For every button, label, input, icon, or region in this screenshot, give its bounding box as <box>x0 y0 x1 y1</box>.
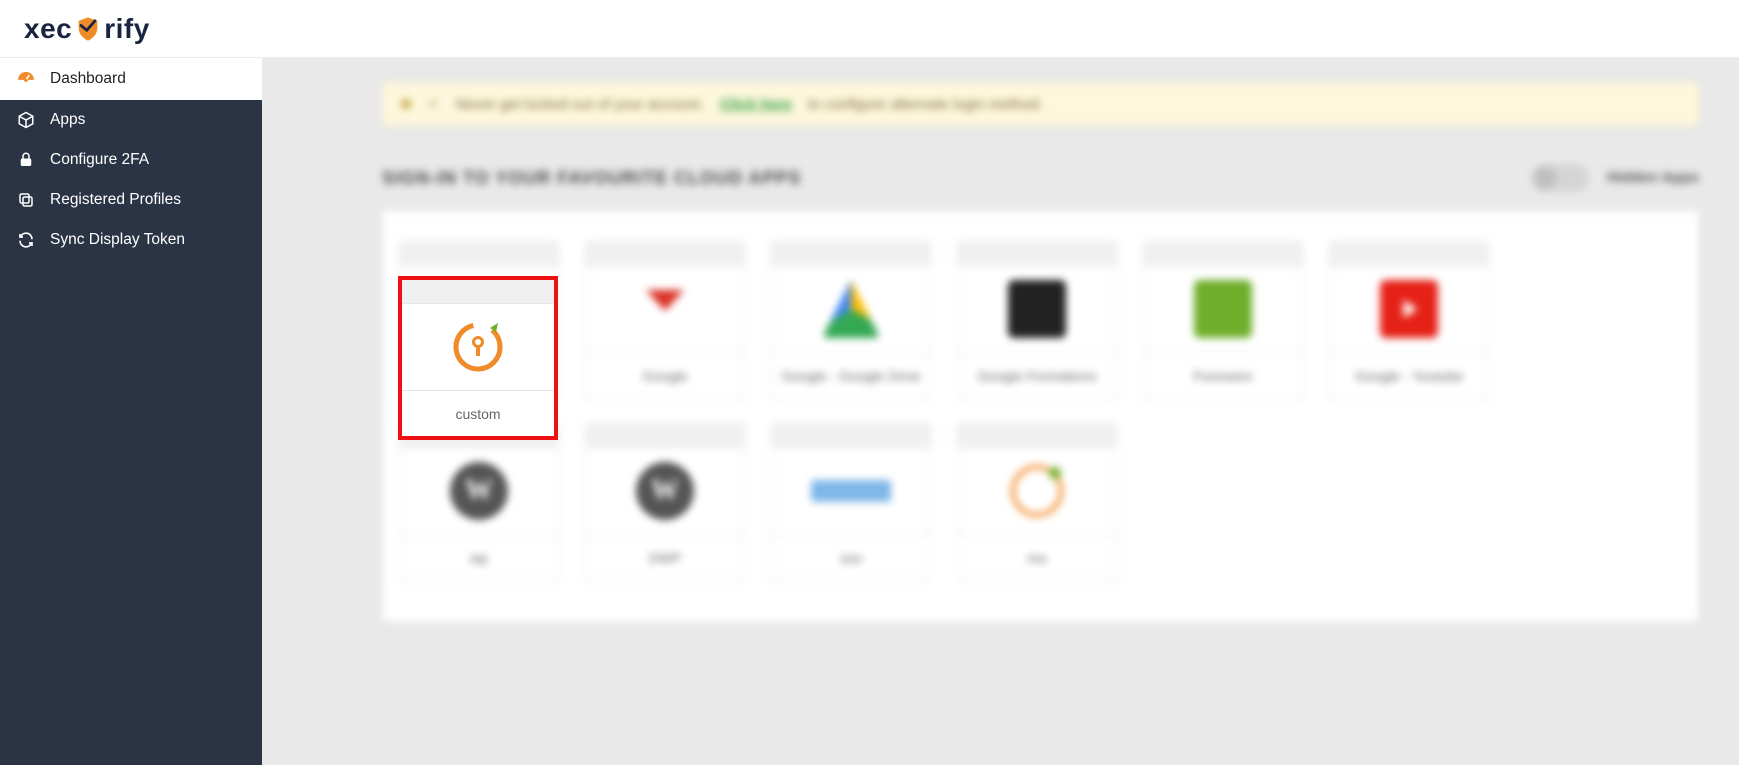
app-label: Foreseen <box>1144 352 1302 398</box>
youtube-icon <box>1380 280 1438 338</box>
wordpress-icon <box>636 462 694 520</box>
app-card[interactable]: Google - Google Drive <box>771 241 931 399</box>
section-header: SIGN-IN TO YOUR FAVOURITE CLOUD APPS Hid… <box>382 154 1699 210</box>
app-card-custom-highlight[interactable]: custom <box>398 276 558 440</box>
drive-icon <box>822 280 880 338</box>
miniorange-small-icon <box>1011 465 1063 517</box>
lock-icon <box>16 151 36 169</box>
sidebar-item-label: Dashboard <box>50 70 126 88</box>
sidebar-item-sync-token[interactable]: Sync Display Token <box>0 220 262 260</box>
app-card[interactable]: sso <box>771 423 931 581</box>
copy-icon <box>16 191 36 209</box>
alert-banner: ✕ Never get locked out of your account. … <box>382 82 1699 126</box>
shield-icon <box>74 15 102 43</box>
app-label: mo <box>958 534 1116 580</box>
app-label: custom <box>402 390 554 436</box>
app-label: Google - Youtube <box>1330 352 1488 398</box>
miniorange-icon <box>450 319 506 375</box>
toggle-label: Hidden Apps <box>1607 169 1699 186</box>
alert-post: to configure alternate login method. <box>808 96 1043 113</box>
app-label: DWP <box>586 534 744 580</box>
main-content: ✕ Never get locked out of your account. … <box>262 58 1739 765</box>
app-card[interactable]: DWP <box>585 423 745 581</box>
app-card[interactable]: wp <box>399 423 559 581</box>
gauge-icon <box>16 69 36 89</box>
sidebar-item-label: Configure 2FA <box>50 151 149 169</box>
sidebar-item-label: Apps <box>50 111 85 129</box>
apps-panel: custom Google Google - Google Drive <box>382 210 1699 622</box>
green-app-icon <box>1194 280 1252 338</box>
app-label: sso <box>772 534 930 580</box>
app-card[interactable]: Foreseen <box>1143 241 1303 399</box>
app-label: wp <box>400 534 558 580</box>
alert-dot-icon <box>401 99 411 109</box>
apps-grid: custom Google Google - Google Drive <box>399 241 1682 581</box>
app-card[interactable]: mo <box>957 423 1117 581</box>
sso-icon <box>811 480 891 502</box>
alert-link[interactable]: Click here <box>720 96 792 113</box>
sidebar-item-configure-2fa[interactable]: Configure 2FA <box>0 140 262 180</box>
sidebar-item-registered-profiles[interactable]: Registered Profiles <box>0 180 262 220</box>
section-title: SIGN-IN TO YOUR FAVOURITE CLOUD APPS <box>382 168 801 189</box>
blurred-background: ✕ Never get locked out of your account. … <box>382 82 1699 622</box>
app-card[interactable]: Google - Youtube <box>1329 241 1489 399</box>
dark-app-icon <box>1008 280 1066 338</box>
sidebar-item-dashboard[interactable]: Dashboard <box>0 58 262 100</box>
alert-pre: Never get locked out of your account. <box>456 96 704 113</box>
brand-text-left: xec <box>24 13 72 45</box>
app-label: Google - Google Drive <box>772 352 930 398</box>
app-card[interactable]: Google <box>585 241 745 399</box>
sync-icon <box>16 231 36 249</box>
wordpress-icon <box>450 462 508 520</box>
brand-logo: xec rify <box>24 13 150 45</box>
cube-icon <box>16 111 36 129</box>
gmail-icon <box>636 280 694 338</box>
app-label: Google Formations <box>958 352 1116 398</box>
hidden-apps-toggle[interactable] <box>1531 164 1589 192</box>
sidebar: Dashboard Apps Configure 2FA Registered … <box>0 58 262 765</box>
app-card[interactable]: Google Formations <box>957 241 1117 399</box>
sidebar-item-label: Sync Display Token <box>50 231 185 249</box>
sidebar-item-apps[interactable]: Apps <box>0 100 262 140</box>
sidebar-item-label: Registered Profiles <box>50 191 181 209</box>
brand-text-right: rify <box>104 13 150 45</box>
app-header: xec rify <box>0 0 1739 58</box>
app-label: Google <box>586 352 744 398</box>
